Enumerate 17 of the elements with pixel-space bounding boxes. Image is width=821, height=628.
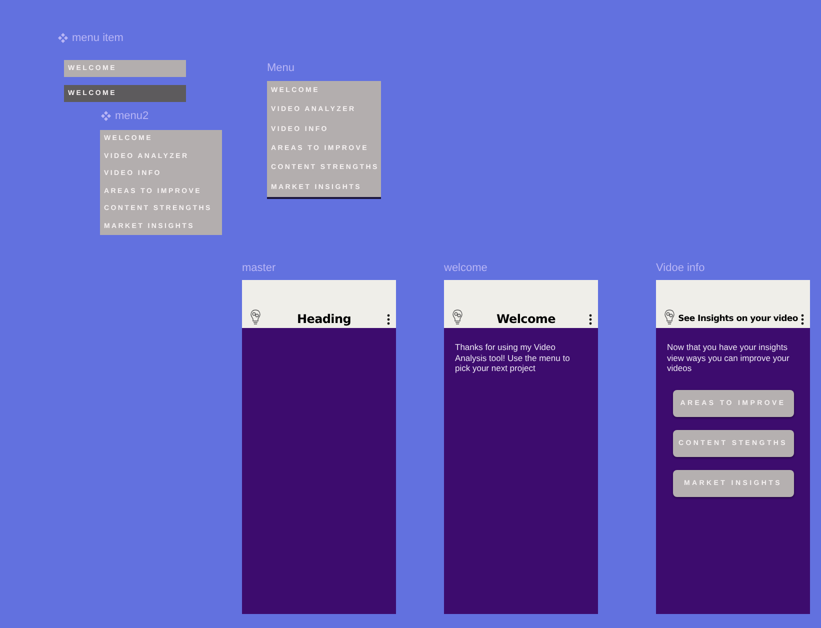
- frame-label: master: [242, 262, 276, 274]
- screen-heading: Heading: [296, 311, 352, 327]
- screen-heading: Welcome: [496, 311, 556, 327]
- more-icon[interactable]: [589, 314, 592, 325]
- bulb-icon: [452, 309, 463, 325]
- more-icon[interactable]: [801, 314, 804, 325]
- bulb-icon: [664, 309, 675, 325]
- more-icon[interactable]: [387, 314, 390, 325]
- screen-heading: See Insights on your video: [678, 313, 798, 326]
- intro-text: Thanks for using my Video Analysis tool! Use the menu to pick your next project: [454, 341, 571, 374]
- frame-label: menu item: [72, 32, 124, 44]
- frame-label: Menu: [267, 62, 295, 74]
- intro-text: Now that you have your insights view ways you can improve your videos: [666, 341, 790, 374]
- frame-label: Vidoe info: [656, 262, 705, 274]
- bulb-icon: [250, 309, 261, 325]
- frame-label: menu2: [115, 110, 149, 122]
- frame-label: welcome: [444, 262, 488, 274]
